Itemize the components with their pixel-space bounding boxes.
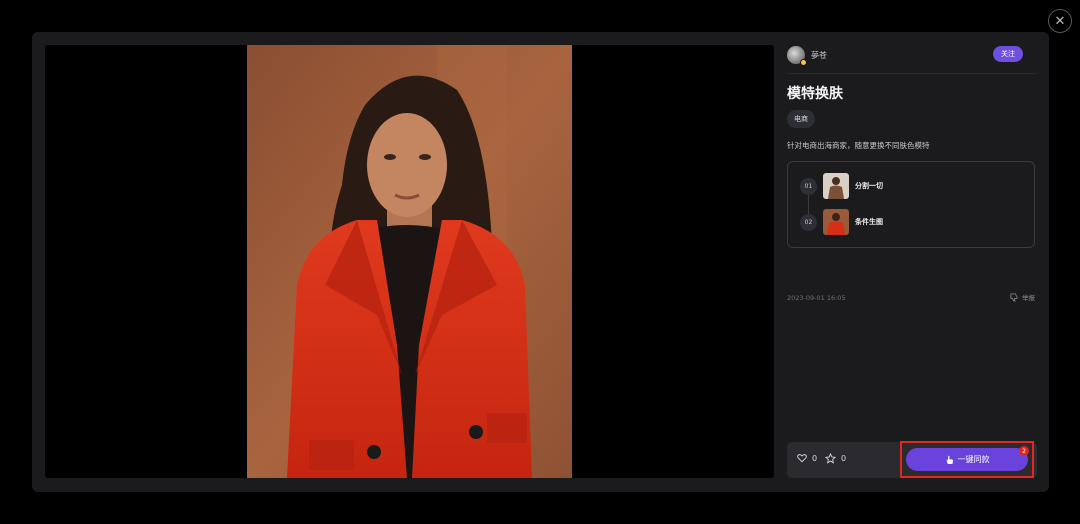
verified-badge-icon xyxy=(800,59,807,66)
meta-row: 2023-09-01 16:05 举报 xyxy=(787,292,1035,304)
step-label: 条件生图 xyxy=(855,218,883,226)
divider xyxy=(787,73,1037,74)
detail-panel: 夢苍 关注 模特换肤 电商 针对电商出海商家，随意更换不同肤色模特 01 分割一… xyxy=(787,45,1037,478)
report-label: 举报 xyxy=(1022,294,1035,302)
step-label: 分割一切 xyxy=(855,182,883,190)
highlight-box: 一键同款 2 xyxy=(900,441,1034,478)
image-viewer xyxy=(45,45,774,478)
template-description: 针对电商出海商家，随意更换不同肤色模特 xyxy=(787,141,930,150)
like-count: 0 xyxy=(812,453,818,463)
workflow-steps: 01 分割一切 02 条件生图 xyxy=(787,161,1035,248)
like-button[interactable]: 0 xyxy=(797,453,817,463)
heart-icon xyxy=(797,454,807,463)
thumbs-down-icon xyxy=(1010,292,1018,302)
category-tag[interactable]: 电商 xyxy=(787,110,815,128)
close-icon: ✕ xyxy=(1054,13,1066,29)
publish-date: 2023-09-01 16:05 xyxy=(787,294,846,302)
use-template-button[interactable]: 一键同款 xyxy=(906,448,1028,471)
step-number: 01 xyxy=(800,177,817,195)
action-bar: 0 0 一键同款 2 xyxy=(787,441,1037,478)
step-number: 02 xyxy=(800,213,817,231)
favorite-button[interactable]: 0 xyxy=(825,453,846,464)
follow-button[interactable]: 关注 xyxy=(993,46,1023,62)
use-template-label: 一键同款 xyxy=(957,455,990,464)
step-thumbnail xyxy=(823,209,849,235)
avatar[interactable] xyxy=(787,46,807,66)
model-photo[interactable] xyxy=(247,45,572,478)
close-button[interactable]: ✕ xyxy=(1048,9,1072,33)
template-detail-modal: 夢苍 关注 模特换肤 电商 针对电商出海商家，随意更换不同肤色模特 01 分割一… xyxy=(32,32,1049,492)
favorite-count: 0 xyxy=(841,454,847,463)
workflow-step[interactable]: 02 条件生图 xyxy=(800,209,883,235)
author-name[interactable]: 夢苍 xyxy=(811,50,827,61)
author-row: 夢苍 关注 xyxy=(787,45,1037,66)
step-badge: 2 xyxy=(1019,446,1029,456)
step-thumbnail xyxy=(823,173,849,199)
report-button[interactable]: 举报 xyxy=(1010,292,1035,302)
star-icon xyxy=(825,453,836,464)
template-title: 模特换肤 xyxy=(787,86,843,102)
hand-pointer-icon xyxy=(946,455,953,464)
workflow-step[interactable]: 01 分割一切 xyxy=(800,173,883,199)
